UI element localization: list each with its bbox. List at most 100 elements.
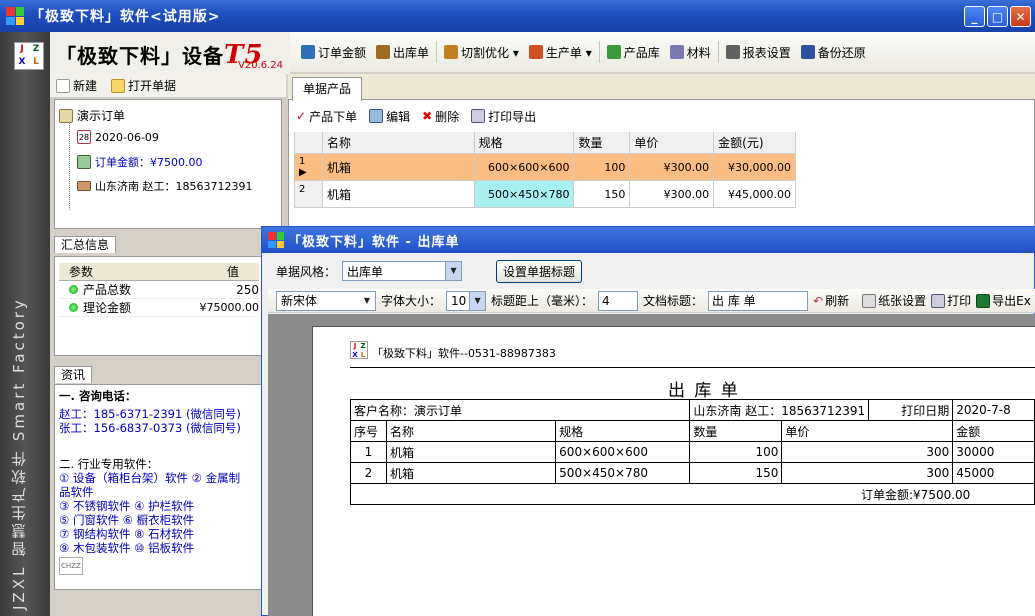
tree-root-label: 演示订单 bbox=[77, 109, 126, 123]
toolbar-button[interactable]: 订单金额 bbox=[296, 40, 371, 64]
tab-doc-products[interactable]: 单据产品 bbox=[292, 77, 362, 101]
export-label: 导出Ex bbox=[992, 294, 1031, 308]
cell-qty[interactable]: 150 bbox=[574, 181, 631, 207]
print-cell: 30000 bbox=[952, 441, 1035, 463]
toolbar-button-label: 切割优化 ▾ bbox=[461, 45, 519, 60]
font-size-value: 10 bbox=[451, 293, 467, 308]
folder-icon bbox=[111, 78, 126, 93]
product-icon bbox=[606, 45, 621, 59]
toolbar-button[interactable]: 产品库 bbox=[602, 40, 665, 64]
print-cell: 600×600×600 bbox=[555, 441, 691, 463]
style-row: 单据风格： 出库单 ▼ 设置单据标题 bbox=[262, 256, 1035, 286]
doc-title-input[interactable]: 出 库 单 bbox=[708, 290, 809, 311]
order-button[interactable]: ✓ 产品下单 bbox=[296, 108, 357, 125]
toolbar-button-label: 生产单 ▾ bbox=[545, 45, 592, 60]
style-label: 单据风格： bbox=[276, 264, 337, 279]
toolbar-button[interactable]: 切割优化 ▾ bbox=[439, 40, 524, 64]
toolbar-button[interactable]: 备份还原 bbox=[796, 40, 871, 64]
logo-letter: X bbox=[18, 57, 26, 67]
forklift-icon bbox=[376, 45, 391, 59]
info-tab[interactable]: 资讯 bbox=[54, 366, 93, 383]
cell-spec[interactable]: 600×600×600 bbox=[475, 154, 575, 180]
font-size-select[interactable]: 10 ▼ bbox=[446, 290, 487, 311]
set-title-button[interactable]: 设置单据标题 bbox=[496, 259, 583, 283]
close-button[interactable]: ✕ bbox=[1010, 6, 1031, 27]
paper-icon bbox=[862, 293, 877, 308]
main-toolbar: 订单金额 出库单 切割优化 ▾ 生产单 ▾ 产品库 材料 报表设置 备份还原 bbox=[290, 32, 1035, 72]
print-export-button[interactable]: 打印导出 bbox=[471, 108, 536, 125]
summary-row-name: 产品总数 bbox=[83, 283, 132, 297]
style-select[interactable]: 出库单 ▼ bbox=[342, 261, 463, 281]
print-cell: 150 bbox=[689, 462, 783, 484]
info-link[interactable]: ⑤ 门窗软件 ⑥ 橱衣柜软件 bbox=[59, 513, 194, 527]
tree-date[interactable]: 28 2020-06-09 bbox=[77, 130, 159, 144]
truck-icon bbox=[77, 181, 91, 191]
cell-price[interactable]: ¥300.00 bbox=[630, 181, 715, 207]
open-button[interactable]: 打开单据 bbox=[111, 77, 176, 94]
left-toolbar: 新建 打开单据 bbox=[50, 74, 286, 98]
toolbar-button-label: 材料 bbox=[686, 45, 711, 60]
tree-amount[interactable]: 订单金额：¥7500.00 bbox=[77, 154, 203, 170]
font-value: 新宋体 bbox=[281, 294, 318, 308]
table-row[interactable]: 1 ▶ 机箱 600×600×600 100 ¥300.00 ¥30,000.00 bbox=[295, 154, 796, 181]
summary-panel: 参数 值 产品总数 250 理论金额 ¥75000.00 bbox=[54, 256, 264, 356]
edit-icon bbox=[369, 109, 384, 123]
toolbar-button[interactable]: 出库单 bbox=[371, 40, 434, 64]
font-select[interactable]: 新宋体 ▼ bbox=[276, 290, 376, 311]
grid-col-header[interactable]: 金额(元) bbox=[714, 132, 796, 153]
grid-corner bbox=[295, 132, 323, 153]
toolbar-button[interactable]: 生产单 ▾ bbox=[524, 40, 597, 64]
title-distance-input[interactable]: 4 bbox=[598, 290, 639, 311]
info-heading: 一. 咨询电话： bbox=[59, 389, 137, 403]
info-link[interactable]: ⑨ 木包装软件 ⑩ 铝板软件 bbox=[59, 541, 194, 555]
tree-customer[interactable]: 山东济南 赵工：18563712391 bbox=[77, 178, 252, 194]
info-phone[interactable]: 张工：156-6837-0373 (微信同号) bbox=[59, 421, 241, 435]
paper-settings-button[interactable]: 纸张设置 bbox=[862, 292, 926, 309]
cell-name[interactable]: 机箱 bbox=[323, 181, 475, 207]
summary-tab-header: 汇总信息 bbox=[54, 236, 117, 253]
order-tree[interactable]: 演示订单 28 2020-06-09 订单金额：¥7500.00 山东济南 赵工… bbox=[54, 99, 282, 229]
toolbar-button[interactable]: 材料 bbox=[665, 40, 716, 64]
export-button[interactable]: 导出Ex bbox=[976, 292, 1031, 309]
doc-toolbar: ✓ 产品下单 编辑 ✖ 删除 打印导出 bbox=[292, 104, 1032, 128]
cell-amount[interactable]: ¥30,000.00 bbox=[714, 154, 796, 180]
summary-row-value: 250 bbox=[236, 282, 259, 297]
print-cell: 300 bbox=[781, 462, 954, 484]
info-link[interactable]: ① 设备（箱柜台架）软件 ② 金属制 bbox=[59, 471, 240, 485]
print-cell: 机箱 bbox=[385, 462, 557, 484]
grid-col-header[interactable]: 规格 bbox=[475, 132, 575, 153]
title-distance-label: 标题距上（毫米）： bbox=[491, 294, 594, 308]
maximize-button[interactable]: □ bbox=[987, 6, 1008, 27]
grid-col-header[interactable]: 单价 bbox=[630, 132, 715, 153]
print-label: 打印 bbox=[947, 294, 972, 308]
money-icon bbox=[77, 155, 91, 169]
table-row[interactable]: 2 机箱 500×450×780 150 ¥300.00 ¥45,000.00 bbox=[295, 181, 796, 208]
info-phone[interactable]: 赵工：185-6371-2391 (微信同号) bbox=[59, 407, 241, 421]
dollar-icon bbox=[301, 45, 315, 59]
grid-col-header[interactable]: 名称 bbox=[323, 132, 475, 153]
cell-name[interactable]: 机箱 bbox=[323, 154, 475, 180]
info-link[interactable]: 品软件 bbox=[59, 485, 94, 499]
edit-button[interactable]: 编辑 bbox=[369, 108, 410, 125]
toolbar-button-label: 出库单 bbox=[393, 45, 430, 60]
cell-amount[interactable]: ¥45,000.00 bbox=[714, 181, 796, 207]
print-col-header: 名称 bbox=[385, 420, 557, 442]
new-button[interactable]: 新建 bbox=[56, 77, 97, 94]
delete-button[interactable]: ✖ 删除 bbox=[422, 108, 459, 125]
font-size-label: 字体大小： bbox=[381, 294, 442, 308]
info-link[interactable]: ⑦ 钢结构软件 ⑧ 石材软件 bbox=[59, 527, 194, 541]
summary-tab[interactable]: 汇总信息 bbox=[54, 236, 117, 253]
cell-qty[interactable]: 100 bbox=[574, 154, 631, 180]
info-link[interactable]: ③ 不锈钢软件 ④ 护栏软件 bbox=[59, 499, 194, 513]
toolbar-button[interactable]: 报表设置 bbox=[721, 40, 796, 64]
style-value: 出库单 bbox=[347, 264, 384, 279]
col-param: 参数 bbox=[69, 265, 94, 279]
calendar-icon: 28 bbox=[77, 130, 91, 144]
print-button[interactable]: 打印 bbox=[931, 292, 971, 309]
minimize-button[interactable]: _ bbox=[964, 6, 985, 27]
child-title-bar[interactable]: 「极致下料」软件 - 出库单 bbox=[262, 227, 1035, 253]
cell-spec[interactable]: 500×450×780 bbox=[474, 181, 575, 207]
cell-price[interactable]: ¥300.00 bbox=[630, 154, 715, 180]
grid-col-header[interactable]: 数量 bbox=[574, 132, 631, 153]
refresh-button[interactable]: ↶ 刷新 bbox=[813, 292, 849, 309]
